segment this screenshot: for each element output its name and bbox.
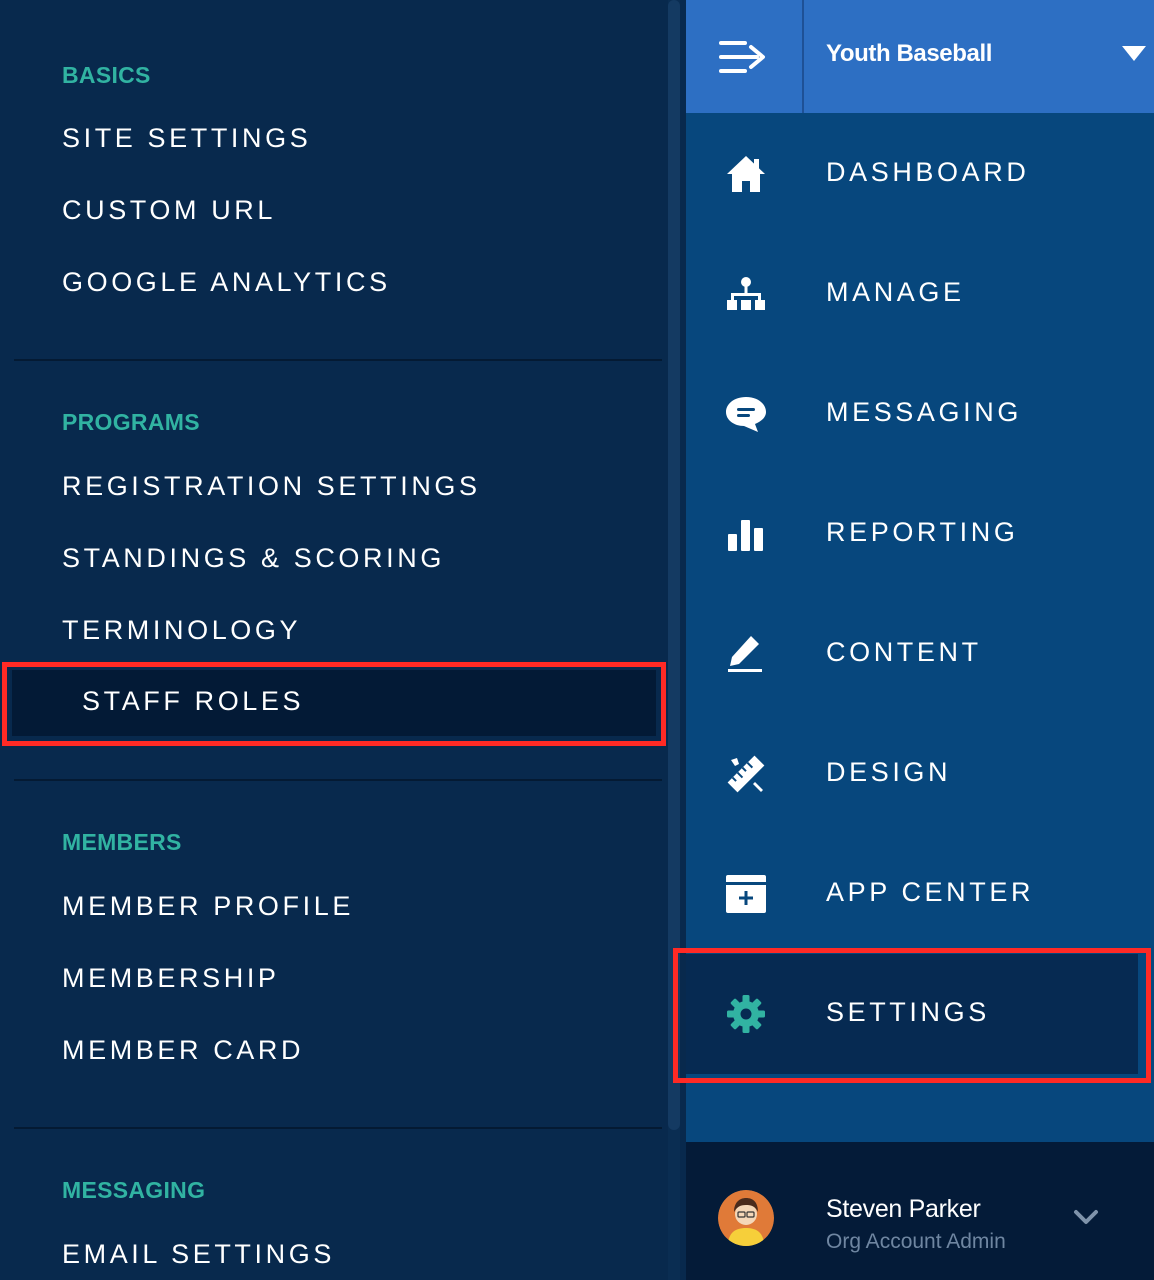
nav-label-manage: MANAGE <box>826 277 965 307</box>
collapse-menu-button[interactable] <box>686 0 804 113</box>
nav-item-dashboard[interactable]: DASHBOARD <box>686 114 1154 234</box>
nav-label-app-center: APP CENTER <box>826 877 1035 907</box>
menu-item-member-profile[interactable]: MEMBER PROFILE <box>62 891 354 922</box>
collapse-arrow-icon <box>719 40 765 73</box>
nav-label-dashboard: DASHBOARD <box>826 157 1030 187</box>
nav-item-manage[interactable]: MANAGE <box>686 234 1154 354</box>
nav-label-reporting: REPORTING <box>826 517 1019 547</box>
user-name: Steven Parker <box>826 1195 981 1223</box>
nav-topbar: Youth Baseball <box>686 0 1154 113</box>
user-account-menu[interactable]: Steven Parker Org Account Admin <box>686 1142 1154 1280</box>
menu-item-standings-scoring[interactable]: STANDINGS & SCORING <box>62 543 445 574</box>
section-divider <box>14 359 662 361</box>
section-heading-programs: PROGRAMS <box>62 409 200 435</box>
app-add-icon <box>724 874 768 914</box>
org-selector-label[interactable]: Youth Baseball <box>826 40 992 68</box>
settings-scrollbar[interactable] <box>668 0 680 1280</box>
menu-item-email-settings[interactable]: EMAIL SETTINGS <box>62 1239 335 1270</box>
settings-submenu-panel: BASICS SITE SETTINGS CUSTOM URL GOOGLE A… <box>0 0 666 1280</box>
nav-label-design: DESIGN <box>826 757 952 787</box>
menu-item-custom-url[interactable]: CUSTOM URL <box>62 195 276 226</box>
ruler-pencil-icon <box>724 754 768 794</box>
nav-item-content[interactable]: CONTENT <box>686 594 1154 714</box>
nav-item-app-center[interactable]: APP CENTER <box>686 834 1154 954</box>
section-divider <box>14 779 662 781</box>
nav-label-messaging: MESSAGING <box>826 397 1022 427</box>
nav-item-messaging[interactable]: MESSAGING <box>686 354 1154 474</box>
nav-item-design[interactable]: DESIGN <box>686 714 1154 834</box>
section-heading-members: MEMBERS <box>62 829 182 855</box>
nav-item-reporting[interactable]: REPORTING <box>686 474 1154 594</box>
section-heading-messaging: MESSAGING <box>62 1177 206 1203</box>
org-selector-caret-icon[interactable] <box>1122 46 1146 61</box>
menu-item-registration-settings[interactable]: REGISTRATION SETTINGS <box>62 471 481 502</box>
org-chart-icon <box>724 274 768 314</box>
menu-item-membership[interactable]: MEMBERSHIP <box>62 963 280 994</box>
section-divider <box>14 1127 662 1129</box>
chat-bubble-icon <box>724 394 768 434</box>
chevron-down-icon[interactable] <box>1072 1206 1100 1228</box>
menu-item-member-card[interactable]: MEMBER CARD <box>62 1035 304 1066</box>
menu-item-site-settings[interactable]: SITE SETTINGS <box>62 123 311 154</box>
nav-label-content: CONTENT <box>826 637 982 667</box>
menu-item-terminology[interactable]: TERMINOLOGY <box>62 615 301 646</box>
bar-chart-icon <box>724 514 768 554</box>
annotation-highlight-staff-roles <box>2 662 666 746</box>
annotation-highlight-settings <box>673 948 1151 1083</box>
user-role: Org Account Admin <box>826 1230 1006 1253</box>
main-nav-panel: Youth Baseball DASHBOARD MANAGE MESSAGIN… <box>686 0 1154 1280</box>
section-heading-basics: BASICS <box>62 62 151 88</box>
avatar <box>718 1190 774 1246</box>
home-icon <box>724 154 768 194</box>
pencil-icon <box>724 634 768 674</box>
menu-item-google-analytics[interactable]: GOOGLE ANALYTICS <box>62 267 391 298</box>
